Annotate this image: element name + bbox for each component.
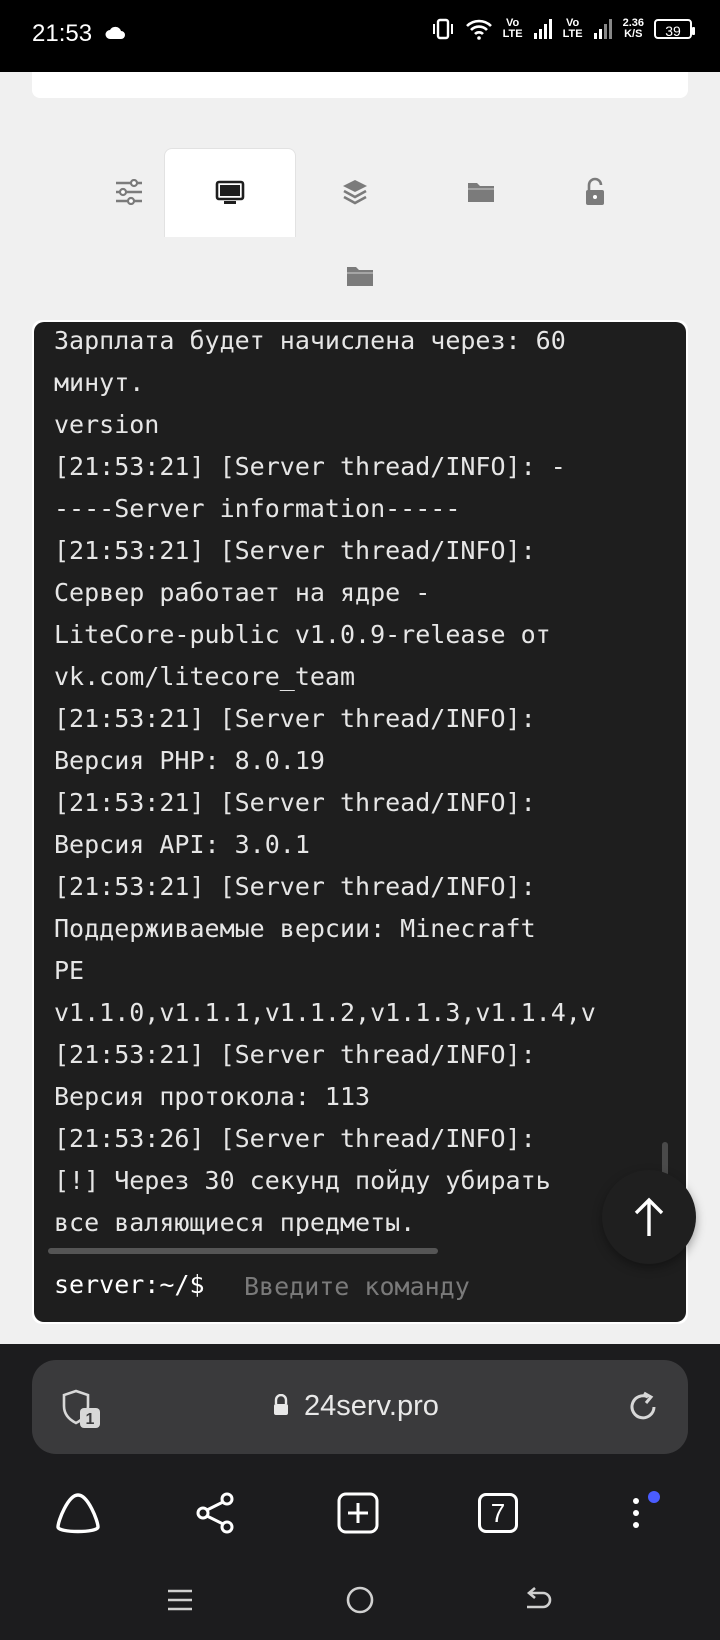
panel-tabs <box>32 148 688 237</box>
signal-icon-1 <box>533 19 552 39</box>
shield-icon: 1 <box>62 1389 100 1428</box>
lock-icon <box>274 1394 288 1415</box>
url-text[interactable]: 24serv.pro <box>304 1390 439 1423</box>
battery-indicator: 39 <box>654 19 695 39</box>
console-prompt: server:~/$ <box>54 1270 205 1299</box>
console: Зарплата будет начислена через: 60 минут… <box>34 322 686 1322</box>
scroll-to-top-button[interactable] <box>602 1170 696 1264</box>
status-bar: 21:53 Vo LTE Vo LTE 2.36 K/S 39 <box>0 0 720 72</box>
volte-label-1: Vo LTE <box>502 17 523 40</box>
monitor-icon <box>215 180 245 204</box>
system-home-button[interactable] <box>320 1560 400 1640</box>
command-input[interactable] <box>244 1270 664 1302</box>
signal-icon-2 <box>593 19 612 39</box>
back-arrow-icon <box>526 1587 552 1609</box>
tabs-button[interactable]: 7 <box>458 1468 538 1558</box>
layers-icon <box>343 180 367 205</box>
browser-logo-icon <box>56 1493 100 1534</box>
volte-label-2: Vo LTE <box>562 17 583 40</box>
console-log: Зарплата будет начислена через: 60 минут… <box>54 326 596 1237</box>
cloud-icon <box>105 26 125 39</box>
tab-console[interactable] <box>164 148 296 237</box>
new-tab-button[interactable] <box>318 1468 398 1558</box>
recents-button[interactable] <box>140 1560 220 1640</box>
wifi-icon <box>465 19 492 40</box>
tab-files-2[interactable] <box>296 248 424 304</box>
system-nav-bar <box>0 1560 720 1640</box>
reload-icon[interactable] <box>626 1390 660 1424</box>
menu-button[interactable] <box>598 1468 678 1558</box>
tab-plugins[interactable] <box>290 148 420 236</box>
sliders-icon <box>116 179 142 205</box>
shield-badge: 1 <box>86 1411 95 1428</box>
net-speed: 2.36 K/S <box>622 17 644 40</box>
tab-files[interactable] <box>416 148 546 236</box>
browser-nav: 7 <box>0 1468 720 1558</box>
arrow-up-icon <box>634 1197 664 1236</box>
folder-icon <box>347 267 373 286</box>
circle-icon <box>346 1586 374 1614</box>
unlock-icon <box>586 177 604 205</box>
tab-count: 7 <box>478 1493 518 1533</box>
status-icons: Vo LTE Vo LTE 2.36 K/S 39 <box>431 17 695 40</box>
status-time: 21:53 <box>32 20 93 47</box>
tab-access[interactable] <box>530 148 660 236</box>
folder-icon <box>468 183 494 202</box>
home-button[interactable] <box>38 1468 118 1558</box>
menu-lines-icon <box>168 1589 192 1611</box>
top-card <box>32 72 688 98</box>
vibrate-icon <box>432 18 453 40</box>
system-back-button[interactable] <box>498 1560 578 1640</box>
share-button[interactable] <box>176 1468 256 1558</box>
share-icon <box>196 1492 234 1534</box>
plus-square-icon <box>337 1492 379 1534</box>
console-horizontal-scrollbar[interactable] <box>48 1248 438 1254</box>
more-vertical-icon <box>633 1491 660 1528</box>
